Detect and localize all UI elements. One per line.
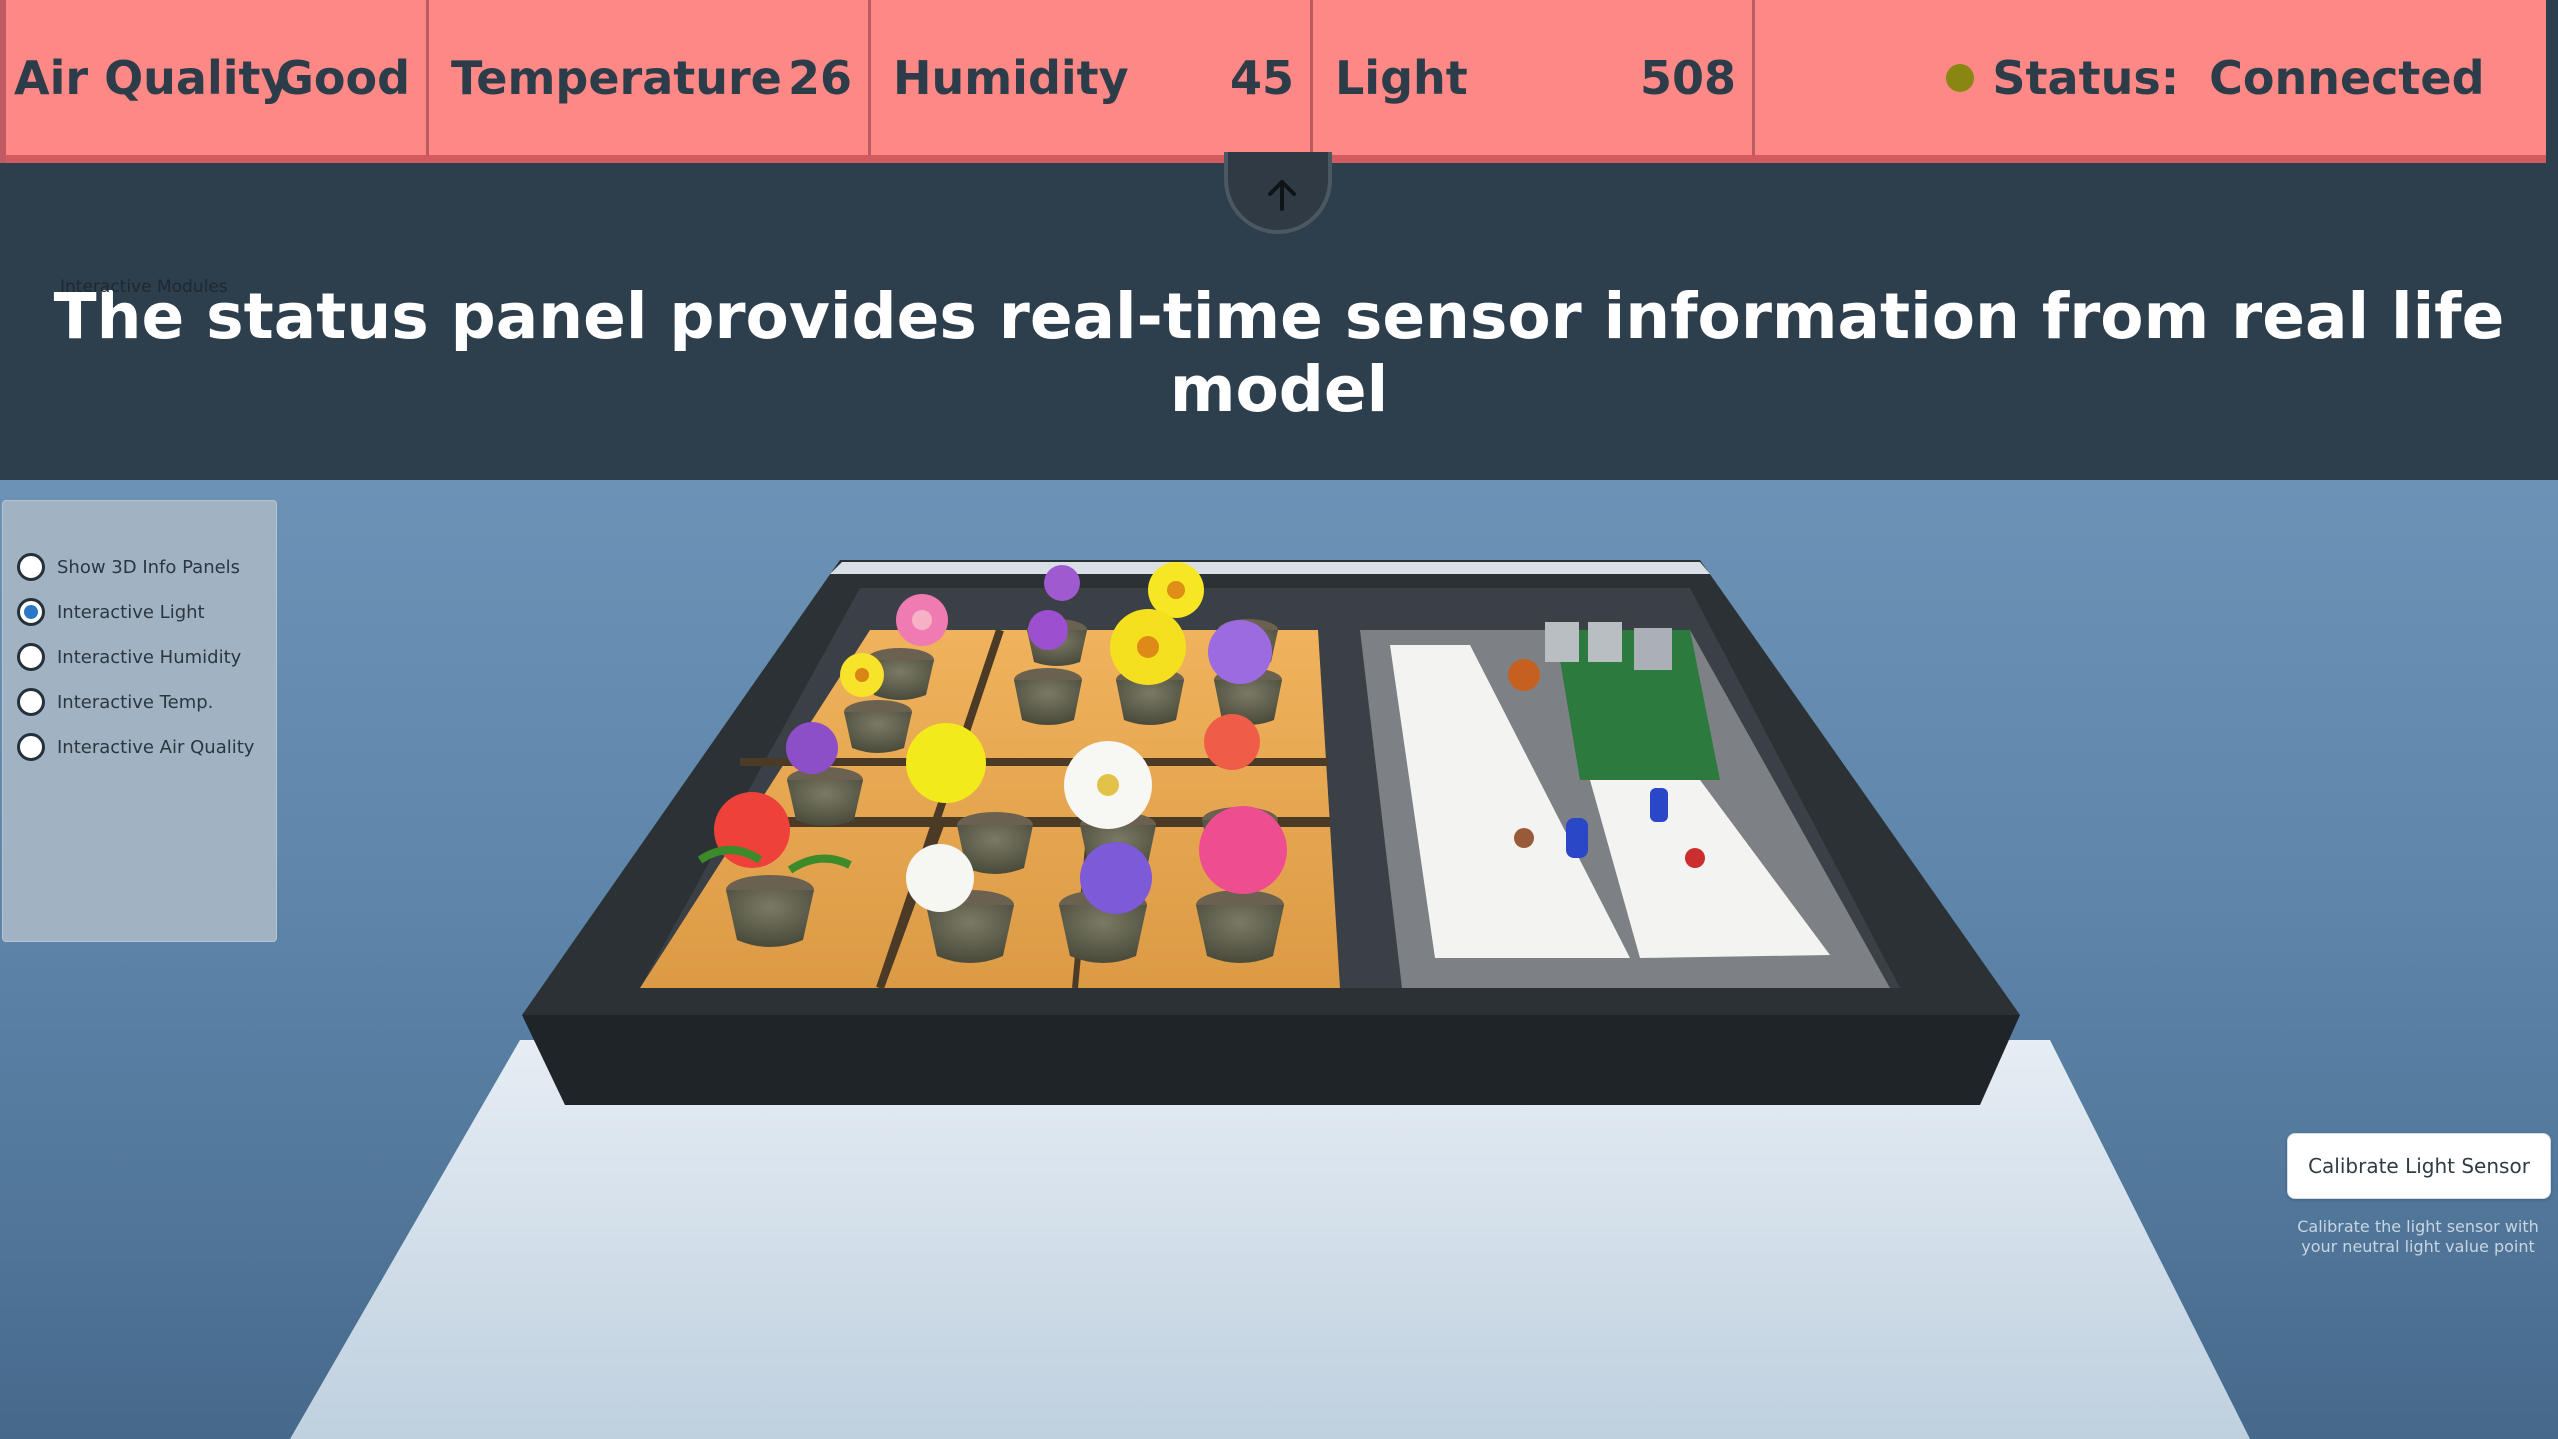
status-dot-icon (1946, 63, 1975, 92)
light-cell: Light 508 (1313, 0, 1755, 155)
calibrate-help-line-1: Calibrate the light sensor with (2297, 1217, 2539, 1236)
tutorial-caption: The status panel provides real-time sens… (53, 280, 2505, 426)
air-quality-label: Air Quality (14, 50, 291, 105)
radio-selected-icon[interactable] (17, 598, 45, 626)
tray-front (522, 1015, 2020, 1105)
modules-panel-title: Interactive Modules (60, 277, 228, 297)
sensor-strip: Air Quality Good Temperature 26 Humidity… (0, 0, 2546, 163)
temperature-cell: Temperature 26 (429, 0, 871, 155)
humidity-label: Humidity (893, 50, 1129, 105)
humidity-cell: Humidity 45 (871, 0, 1313, 155)
light-value: 508 (1639, 50, 1736, 105)
humidity-value: 45 (1229, 50, 1294, 105)
calibrate-help-line-2: your neutral light value point (2301, 1237, 2535, 1256)
status-label: Status: (1992, 50, 2180, 105)
temperature-value: 26 (787, 50, 852, 105)
radio-icon[interactable] (17, 733, 45, 761)
calibrate-light-sensor-button[interactable]: Calibrate Light Sensor (2287, 1133, 2551, 1199)
option-label: Show 3D Info Panels (57, 556, 241, 578)
option-label: Interactive Air Quality (57, 736, 255, 758)
light-label: Light (1335, 50, 1468, 105)
option-label: Interactive Light (57, 601, 205, 623)
radio-icon[interactable] (17, 553, 45, 581)
option-show-3d-info-panels[interactable]: Show 3D Info Panels (17, 553, 240, 581)
status-value: Connected (2209, 50, 2485, 105)
calibrate-help-text: Calibrate the light sensor with your neu… (2284, 1217, 2552, 1257)
air-quality-cell: Air Quality Good (6, 0, 429, 155)
arrow-up-icon (1268, 180, 1296, 211)
option-interactive-humidity[interactable]: Interactive Humidity (17, 643, 241, 671)
option-label: Interactive Humidity (57, 646, 242, 668)
interactive-modules-panel: Show 3D Info Panels Interactive Light In… (2, 500, 277, 942)
option-interactive-light[interactable]: Interactive Light (17, 598, 205, 626)
connection-status-cell: Status: Connected (1755, 0, 2546, 155)
status-bar: Air Quality Good Temperature 26 Humidity… (0, 0, 2558, 170)
radio-icon[interactable] (17, 688, 45, 716)
air-quality-value: Good (276, 50, 410, 105)
option-interactive-air-quality[interactable]: Interactive Air Quality (17, 733, 254, 761)
radio-icon[interactable] (17, 643, 45, 671)
option-interactive-temp[interactable]: Interactive Temp. (17, 688, 213, 716)
temperature-label: Temperature (451, 50, 782, 105)
option-label: Interactive Temp. (57, 691, 214, 713)
greenhouse-3d-scene (290, 560, 2250, 1439)
